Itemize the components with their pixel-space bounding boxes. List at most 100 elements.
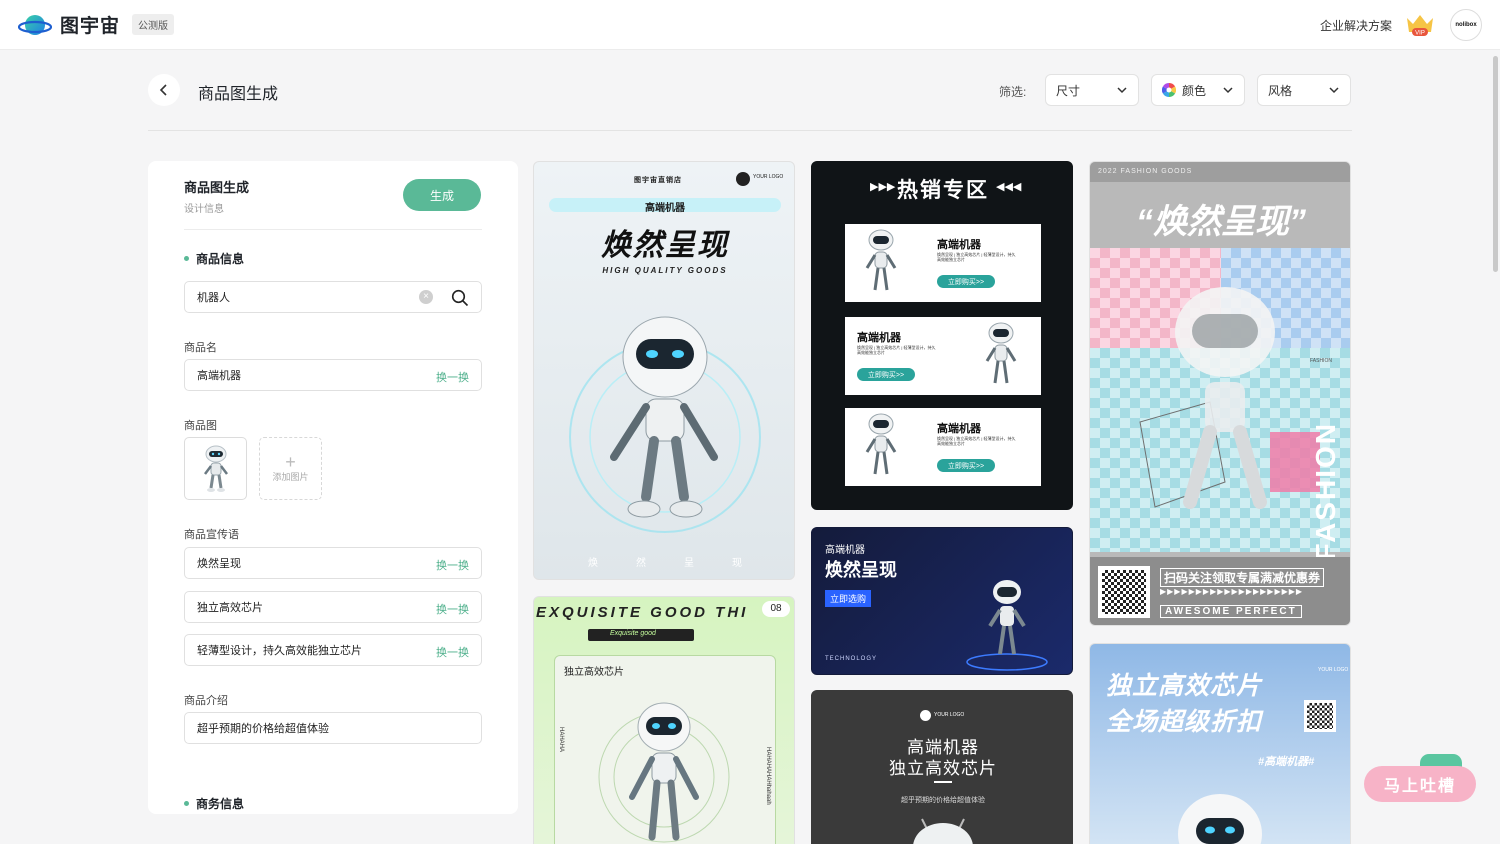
brand-name: 图宇宙	[60, 16, 121, 37]
slogan-field-1[interactable]: 焕然呈现 换一换	[184, 547, 482, 579]
card4-robot-image	[598, 702, 730, 843]
card2-row2-desc: 焕然呈现 | 独立高效芯片 | 轻薄型设计，持久高效能独立芯片	[857, 345, 936, 355]
template-card-3[interactable]: 2022 FASHION GOODS “焕然呈现” FASHION FASHIO…	[1089, 161, 1351, 626]
card1-footer-char-3: 呈	[684, 558, 694, 569]
panel-divider	[184, 229, 482, 230]
card6-logo-icon	[920, 710, 931, 721]
color-wheel-icon	[1162, 83, 1176, 97]
template-card-5[interactable]: 高端机器 焕然呈现 立即选购 TECHNOLOGY	[811, 527, 1073, 675]
slogan-value-2: 独立高效芯片	[197, 602, 263, 614]
design-info-panel: 商品图生成 设计信息 生成 商品信息 机器人 × 商品名 高端机器 换一换 商品…	[148, 161, 518, 814]
card7-line-2: 全场超级折扣	[1106, 708, 1263, 736]
card2-row1-name: 高端机器	[937, 239, 981, 251]
card2-banner: 热销专区	[897, 179, 989, 202]
slogan-value-1: 焕然呈现	[197, 558, 241, 570]
card6-robot-image	[913, 818, 973, 844]
plus-icon: +	[285, 452, 296, 472]
card1-tagline: HIGH QUALITY GOODS	[602, 266, 728, 275]
add-image-label: 添加图片	[272, 472, 309, 482]
card2-row3-robot-image	[865, 413, 897, 475]
template-card-2[interactable]: 热销专区 ▶▶▶ ◀◀◀ 高端机器 焕然呈现 | 独立高效芯片 | 轻薄型设计，…	[811, 161, 1073, 510]
product-search-input[interactable]: 机器人 ×	[184, 281, 482, 313]
card6-line-2: 独立高效芯片	[889, 759, 997, 778]
card2-row1-desc: 焕然呈现 | 独立高效芯片 | 轻薄型设计，持久高效能独立芯片	[937, 252, 1016, 262]
filter-label: 筛选:	[999, 85, 1027, 99]
chevron-left-icon	[159, 84, 167, 96]
enterprise-solutions-link[interactable]: 企业解决方案	[1320, 17, 1392, 34]
card3-headline: “焕然呈现”	[1136, 203, 1306, 241]
card1-robot-image	[569, 316, 761, 533]
add-image-button[interactable]: + 添加图片	[259, 437, 322, 500]
product-search-value: 机器人	[197, 292, 230, 304]
card2-row3-desc: 焕然呈现 | 独立高效芯片 | 轻薄型设计，持久高效能独立芯片	[937, 436, 1016, 446]
generate-button[interactable]: 生成	[403, 179, 481, 211]
panel-subtitle: 设计信息	[184, 204, 224, 215]
template-card-1[interactable]: 图宇宙直销店 YOUR LOGO 高端机器 焕然呈现 HIGH QUALITY …	[533, 161, 795, 580]
product-name-value: 高端机器	[197, 370, 241, 382]
filter-color-label: 颜色	[1182, 83, 1207, 98]
card1-shop-name: 图宇宙直销店	[634, 177, 682, 184]
intro-value: 超乎预期的价格给超值体验	[197, 723, 329, 735]
filter-style-label: 风格	[1268, 83, 1293, 98]
clear-icon[interactable]: ×	[419, 290, 433, 304]
product-name-field[interactable]: 高端机器 换一换	[184, 359, 482, 391]
back-button[interactable]	[148, 74, 180, 106]
intro-label: 商品介绍	[184, 695, 228, 707]
card7-tag: #高端机器#	[1258, 756, 1315, 768]
swap-slogan-1-button[interactable]: 换一换	[436, 557, 469, 573]
card1-logo-text: YOUR LOGO	[753, 174, 784, 180]
card3-arrows: ▶▶▶▶▶▶▶▶▶▶▶▶▶▶▶▶▶▶▶▶	[1160, 587, 1304, 596]
card3-footer-text: AWESOME PERFECT	[1160, 605, 1302, 618]
card1-product-name: 高端机器	[645, 203, 685, 214]
card3-robot-image	[1139, 287, 1275, 509]
slogan-field-2[interactable]: 独立高效芯片 换一换	[184, 591, 482, 623]
product-image-thumbnail[interactable]	[184, 437, 247, 500]
card3-qr-code	[1098, 566, 1150, 618]
card6-divider	[934, 781, 952, 783]
card5-cta: 立即选购	[825, 590, 872, 607]
swap-slogan-2-button[interactable]: 换一换	[436, 601, 469, 617]
card3-scan-text: 扫码关注领取专属满减优惠券	[1160, 568, 1325, 587]
feedback-button[interactable]: 马上吐槽	[1364, 766, 1476, 802]
beta-badge: 公测版	[132, 14, 175, 35]
section-dot-icon	[184, 801, 189, 806]
card2-row1-cta: 立即购买>>	[937, 275, 995, 288]
page-title: 商品图生成	[198, 86, 279, 103]
business-info-label: 商务信息	[196, 797, 245, 811]
slogan-label: 商品宣传语	[184, 529, 239, 541]
card5-footer: TECHNOLOGY	[825, 656, 878, 662]
template-card-4[interactable]: EXQUISITE GOOD THI 08 Exquisite good 独立高…	[533, 596, 795, 844]
slogan-field-3[interactable]: 轻薄型设计，持久高效能独立芯片 换一换	[184, 634, 482, 666]
card2-arrows-right-icon: ◀◀◀	[996, 181, 1022, 193]
user-avatar[interactable]: nolibox	[1450, 9, 1482, 41]
card7-line-1: 独立高效芯片	[1106, 672, 1263, 700]
card2-product-row-1: 高端机器 焕然呈现 | 独立高效芯片 | 轻薄型设计，持久高效能独立芯片 立即购…	[845, 224, 1041, 302]
card6-description: 超乎预期的价格给超值体验	[901, 797, 985, 804]
slogan-value-3: 轻薄型设计，持久高效能独立芯片	[197, 645, 362, 657]
card5-product-name: 高端机器	[825, 545, 865, 556]
filter-color-dropdown[interactable]: 颜色	[1151, 74, 1245, 106]
product-info-heading: 商品信息	[184, 250, 244, 267]
card6-logo-text: YOUR LOGO	[934, 712, 965, 718]
swap-slogan-3-button[interactable]: 换一换	[436, 644, 469, 660]
vip-crown-icon[interactable]: VIP	[1404, 12, 1436, 38]
card2-row3-name: 高端机器	[937, 423, 981, 435]
swap-name-button[interactable]: 换一换	[436, 369, 469, 385]
card1-logo-icon	[736, 172, 750, 186]
card3-small-label: FASHION	[1310, 358, 1332, 364]
template-card-6[interactable]: YOUR LOGO 高端机器 独立高效芯片 超乎预期的价格给超值体验	[811, 690, 1073, 844]
card4-tag: Exquisite good	[610, 630, 656, 637]
template-card-7[interactable]: 独立高效芯片 全场超级折扣 YOUR LOGO #高端机器#	[1089, 643, 1351, 844]
intro-field[interactable]: 超乎预期的价格给超值体验	[184, 712, 482, 744]
search-icon[interactable]	[451, 289, 469, 307]
card4-side-right: HAHAHAHAHhahaah	[765, 747, 771, 805]
card2-product-row-2: 高端机器 焕然呈现 | 独立高效芯片 | 轻薄型设计，持久高效能独立芯片 立即购…	[845, 317, 1041, 395]
card2-arrows-left-icon: ▶▶▶	[870, 181, 896, 193]
filter-size-label: 尺寸	[1056, 83, 1081, 98]
robot-thumbnail-image	[203, 445, 228, 492]
page-scrollbar[interactable]	[1493, 56, 1498, 272]
filter-size-dropdown[interactable]: 尺寸	[1045, 74, 1139, 106]
card4-side-left: HAHAHA	[558, 727, 564, 753]
filter-style-dropdown[interactable]: 风格	[1257, 74, 1351, 106]
brand-logo[interactable]: 图宇宙 公测版	[17, 11, 175, 38]
